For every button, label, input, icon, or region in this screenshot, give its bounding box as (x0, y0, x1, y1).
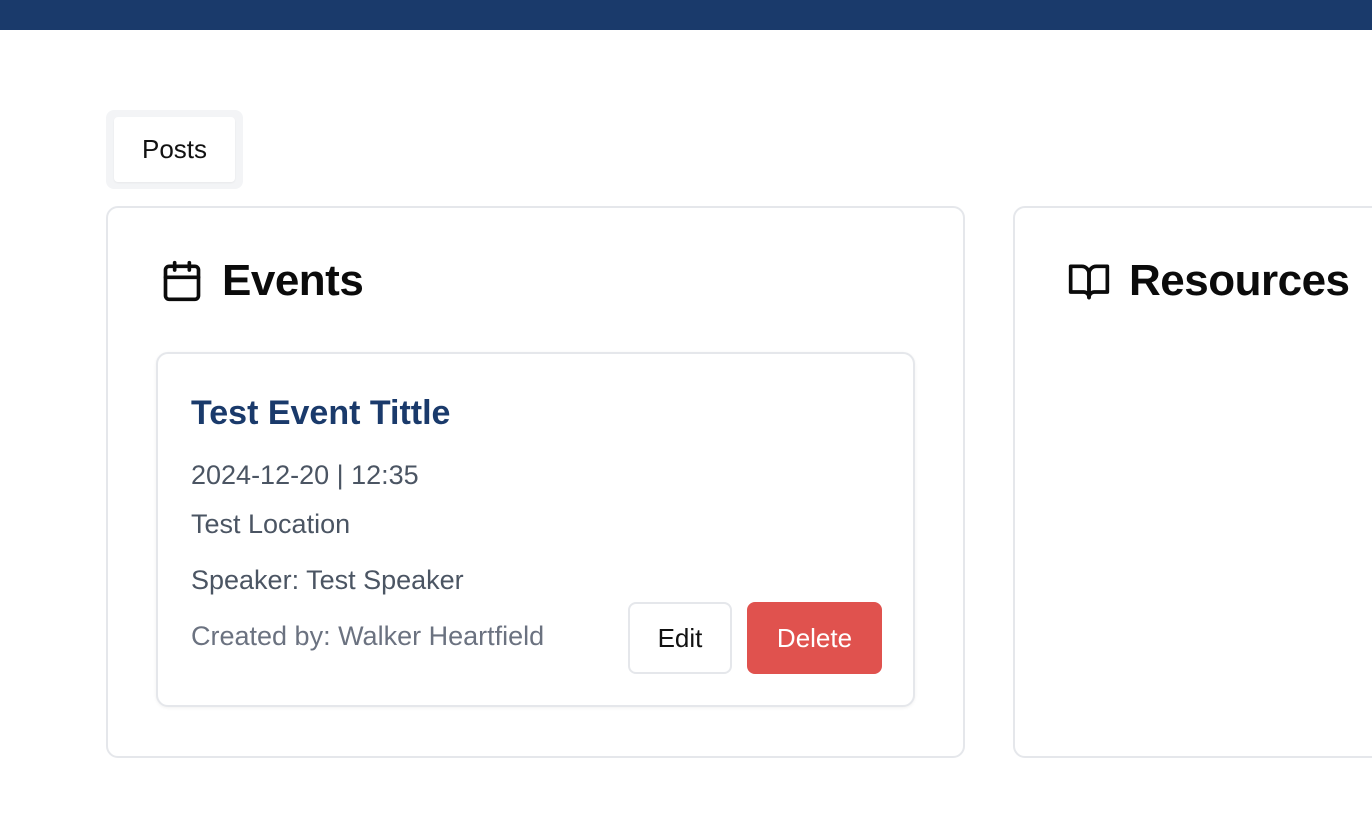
edit-button[interactable]: Edit (628, 602, 732, 674)
event-title[interactable]: Test Event Tittle (191, 394, 450, 433)
resources-title: Resources (1129, 256, 1350, 305)
events-title: Events (222, 256, 364, 305)
events-panel: Events Test Event Tittle 2024-12-20 | 12… (106, 206, 965, 758)
tab-list: Posts (106, 110, 243, 189)
delete-button[interactable]: Delete (747, 602, 882, 674)
book-open-icon (1067, 259, 1111, 303)
event-card: Test Event Tittle 2024-12-20 | 12:35 Tes… (156, 352, 915, 707)
events-header: Events (160, 256, 364, 306)
top-nav-bar (0, 0, 1372, 30)
event-speaker: Speaker: Test Speaker (191, 565, 464, 595)
resources-header: Resources (1067, 256, 1350, 306)
calendar-icon (160, 259, 204, 303)
resources-panel: Resources (1013, 206, 1372, 758)
event-location: Test Location (191, 509, 351, 539)
tab-posts[interactable]: Posts (114, 117, 235, 182)
event-created-by: Created by: Walker Heartfield (191, 621, 545, 651)
event-datetime: 2024-12-20 | 12:35 (191, 460, 419, 490)
